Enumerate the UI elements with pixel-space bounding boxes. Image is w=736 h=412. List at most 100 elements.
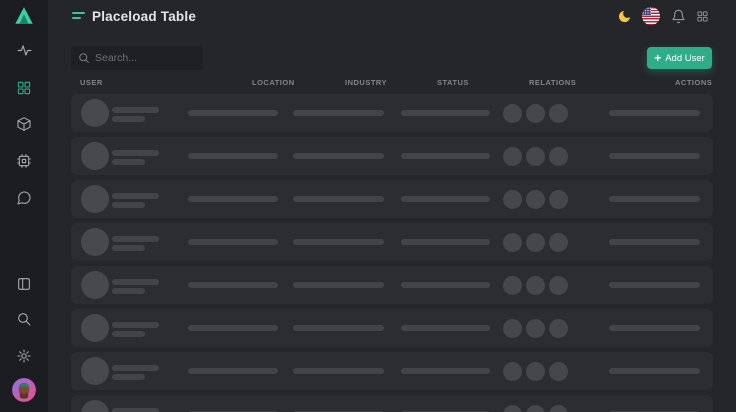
avatar-placeholder: [81, 228, 109, 256]
menu-toggle-icon[interactable]: [72, 12, 86, 20]
top-header: Placeload Table: [48, 0, 736, 32]
actions-placeholder: [609, 325, 700, 331]
chat-bubble-icon[interactable]: [12, 186, 36, 210]
column-header-location: LOCATION: [252, 78, 295, 87]
name-placeholder: [112, 193, 159, 199]
column-header-relations: RELATIONS: [529, 78, 576, 87]
column-header-actions: ACTIONS: [675, 78, 712, 87]
avatar-placeholder: [81, 314, 109, 342]
cube-icon[interactable]: [12, 112, 36, 136]
location-placeholder: [188, 368, 278, 374]
table-row: [71, 309, 713, 347]
table-row: [71, 352, 713, 390]
relation-dot-placeholder: [526, 362, 545, 381]
relation-dot-placeholder: [503, 276, 522, 295]
relation-dot-placeholder: [549, 362, 568, 381]
name-placeholder: [112, 322, 159, 328]
avatar-placeholder: [81, 185, 109, 213]
column-header-status: STATUS: [437, 78, 469, 87]
subtitle-placeholder: [112, 374, 145, 380]
search-box: [71, 46, 203, 70]
relation-dot-placeholder: [503, 147, 522, 166]
relations-placeholder-group: [503, 276, 568, 295]
industry-placeholder: [293, 153, 384, 159]
relation-dot-placeholder: [549, 147, 568, 166]
table-header-row: USER LOCATION INDUSTRY STATUS RELATIONS …: [48, 78, 736, 90]
status-placeholder: [401, 325, 490, 331]
sidebar: [0, 0, 48, 412]
sidebar-user-avatar[interactable]: [12, 378, 36, 402]
actions-placeholder: [609, 110, 700, 116]
avatar-placeholder: [81, 142, 109, 170]
location-placeholder: [188, 282, 278, 288]
relation-dot-placeholder: [503, 104, 522, 123]
status-placeholder: [401, 282, 490, 288]
subtitle-placeholder: [112, 331, 145, 337]
table-row: [71, 395, 713, 412]
table-row: [71, 137, 713, 175]
activity-icon[interactable]: [12, 38, 36, 62]
relation-dot-placeholder: [549, 276, 568, 295]
relation-dot-placeholder: [503, 405, 522, 412]
search-icon: [78, 52, 90, 64]
location-placeholder: [188, 196, 278, 202]
relation-dot-placeholder: [549, 319, 568, 338]
location-placeholder: [188, 325, 278, 331]
relations-placeholder-group: [503, 147, 568, 166]
subtitle-placeholder: [112, 288, 145, 294]
moon-theme-icon[interactable]: [616, 0, 632, 32]
app-logo-icon[interactable]: [13, 5, 35, 27]
search-input[interactable]: [71, 46, 203, 70]
status-placeholder: [401, 368, 490, 374]
actions-placeholder: [609, 196, 700, 202]
relation-dot-placeholder: [503, 233, 522, 252]
relation-dot-placeholder: [503, 190, 522, 209]
name-placeholder: [112, 408, 159, 412]
relation-dot-placeholder: [503, 319, 522, 338]
relations-placeholder-group: [503, 233, 568, 252]
plus-icon: +: [654, 52, 661, 64]
subtitle-placeholder: [112, 202, 145, 208]
table-row: [71, 180, 713, 218]
add-user-button[interactable]: + Add User: [647, 47, 712, 69]
column-header-industry: INDUSTRY: [345, 78, 387, 87]
page-title: Placeload Table: [92, 9, 196, 24]
actions-placeholder: [609, 368, 700, 374]
location-placeholder: [188, 239, 278, 245]
status-placeholder: [401, 239, 490, 245]
column-header-user: USER: [80, 78, 103, 87]
relation-dot-placeholder: [526, 233, 545, 252]
dashboard-grid-icon[interactable]: [12, 76, 36, 100]
relation-dot-placeholder: [549, 190, 568, 209]
chip-icon[interactable]: [12, 149, 36, 173]
relations-placeholder-group: [503, 362, 568, 381]
status-placeholder: [401, 110, 490, 116]
us-flag-language-icon[interactable]: [642, 0, 660, 32]
sidebar-search-icon[interactable]: [12, 307, 36, 331]
relation-dot-placeholder: [526, 104, 545, 123]
relation-dot-placeholder: [526, 319, 545, 338]
relation-dot-placeholder: [526, 147, 545, 166]
industry-placeholder: [293, 110, 384, 116]
actions-placeholder: [609, 153, 700, 159]
table-row: [71, 266, 713, 304]
panels-layout-icon[interactable]: [12, 272, 36, 296]
avatar-placeholder: [81, 357, 109, 385]
app-window: Placeload Table: [0, 0, 736, 412]
relation-dot-placeholder: [549, 104, 568, 123]
add-user-label: Add User: [665, 53, 705, 64]
avatar-placeholder: [81, 400, 109, 412]
table-row: [71, 223, 713, 261]
relations-placeholder-group: [503, 319, 568, 338]
apps-grid-icon[interactable]: [695, 0, 709, 32]
avatar-placeholder: [81, 271, 109, 299]
bell-notifications-icon[interactable]: [670, 0, 686, 32]
actions-placeholder: [609, 282, 700, 288]
name-placeholder: [112, 365, 159, 371]
subtitle-placeholder: [112, 159, 145, 165]
industry-placeholder: [293, 239, 384, 245]
industry-placeholder: [293, 368, 384, 374]
settings-gear-icon[interactable]: [12, 344, 36, 368]
relation-dot-placeholder: [549, 405, 568, 412]
table-row: [71, 94, 713, 132]
